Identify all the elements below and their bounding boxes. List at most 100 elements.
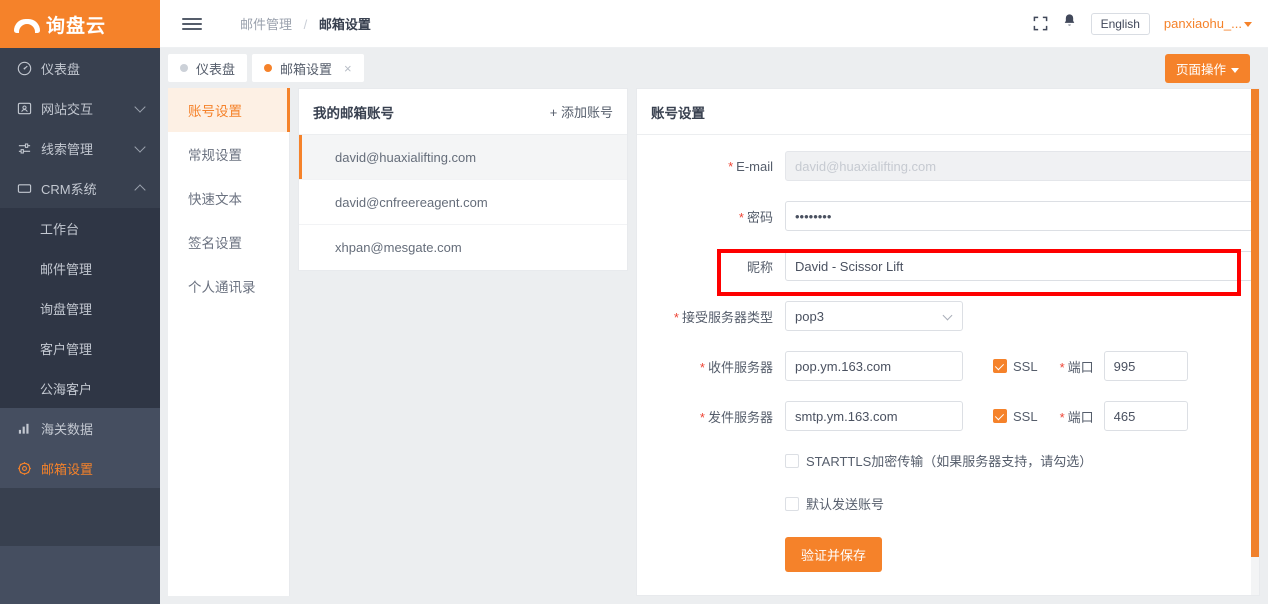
required-marker: * <box>673 309 679 325</box>
nickname-field[interactable] <box>785 251 1253 281</box>
page-action-button[interactable]: 页面操作 <box>1164 54 1250 83</box>
settings-item-label: 签名设置 <box>188 236 242 251</box>
required-marker: * <box>728 158 734 174</box>
incoming-ssl-checkbox[interactable]: SSL <box>987 359 1038 374</box>
sidebar-item-label: 仪表盘 <box>41 61 81 77</box>
monitor-person-icon <box>16 100 32 116</box>
sliders-icon <box>16 140 32 156</box>
sidebar-item-label: 询盘管理 <box>40 301 93 317</box>
tab-dashboard[interactable]: 仪表盘 <box>168 54 248 82</box>
sidebar-item-label: CRM系统 <box>41 181 97 197</box>
breadcrumb-separator: / <box>303 17 308 32</box>
sidebar-item-public-customers[interactable]: 公海客户 <box>0 368 160 408</box>
brand-logo[interactable]: 询盘云 <box>0 0 160 48</box>
default-send-row[interactable]: 默认发送账号 <box>637 494 1259 513</box>
chevron-down-icon <box>134 141 146 153</box>
form-scrollbar[interactable] <box>1251 89 1259 595</box>
required-marker: * <box>1059 359 1065 375</box>
sidebar-nav: 仪表盘 网站交互 线索管理 CRM系统 工作台 邮件管理 询盘管理 客户管理 公… <box>0 48 160 546</box>
starttls-row[interactable]: STARTTLS加密传输（如果服务器支持，请勾选） <box>637 451 1259 470</box>
sidebar-item-mailbox-settings[interactable]: 邮箱设置 <box>0 448 160 488</box>
user-menu[interactable]: panxiaohu_... <box>1164 16 1252 31</box>
gear-icon <box>16 460 32 476</box>
sidebar-item-customs-data[interactable]: 海关数据 <box>0 408 160 448</box>
settings-item-account[interactable]: 账号设置 <box>168 88 290 132</box>
incoming-port-field[interactable] <box>1103 351 1188 381</box>
crm-submenu: 工作台 邮件管理 询盘管理 客户管理 公海客户 <box>0 208 160 408</box>
password-field[interactable] <box>785 201 1253 231</box>
sidebar-item-website-interaction[interactable]: 网站交互 <box>0 88 160 128</box>
tab-mailbox-settings[interactable]: 邮箱设置 × <box>252 54 364 82</box>
account-settings-form: 账号设置 *E-mail *密码 <box>636 88 1260 596</box>
tab-bar: 仪表盘 邮箱设置 × 页面操作 <box>160 48 1268 88</box>
tab-label: 邮箱设置 <box>280 61 333 77</box>
sidebar-item-label: 邮件管理 <box>40 261 93 277</box>
form-panel-wrapper: 账号设置 *E-mail *密码 <box>628 88 1260 596</box>
sidebar-item-label: 客户管理 <box>40 341 93 357</box>
settings-item-quick-text[interactable]: 快速文本 <box>168 176 289 220</box>
cloud-logo-icon <box>14 14 40 34</box>
incoming-server-label: * 收件服务器 <box>699 359 773 375</box>
top-header: 邮件管理 / 邮箱设置 English panxiaohu_... <box>160 0 1268 48</box>
settings-item-general[interactable]: 常规设置 <box>168 132 289 176</box>
sidebar-item-label: 线索管理 <box>41 141 94 157</box>
close-icon[interactable]: × <box>344 61 352 76</box>
scrollbar-thumb[interactable] <box>1251 89 1259 557</box>
sidebar-item-customer-management[interactable]: 客户管理 <box>0 328 160 368</box>
left-sidebar: 询盘云 仪表盘 网站交互 线索管理 CRM系统 工作台 邮件管理 询盘管理 客户… <box>0 0 160 604</box>
default-send-label: 默认发送账号 <box>806 497 885 512</box>
brand-name: 询盘云 <box>46 15 107 37</box>
caret-down-icon <box>1244 22 1252 28</box>
chevron-down-icon <box>134 101 146 113</box>
outgoing-ssl-checkbox[interactable]: SSL <box>987 409 1038 424</box>
form-body: *E-mail *密码 昵称 <box>637 135 1259 572</box>
sidebar-item-label: 邮箱设置 <box>41 461 94 477</box>
breadcrumb-parent[interactable]: 邮件管理 <box>240 17 292 32</box>
server-type-row: * 接受服务器类型 pop3 <box>637 301 1259 331</box>
settings-item-label: 快速文本 <box>188 192 242 207</box>
starttls-label: STARTTLS加密传输（如果服务器支持，请勾选） <box>806 454 1093 469</box>
sidebar-item-inquiry-management[interactable]: 询盘管理 <box>0 288 160 328</box>
settings-item-signature[interactable]: 签名设置 <box>168 220 289 264</box>
required-marker: * <box>738 209 744 225</box>
tab-label: 仪表盘 <box>196 61 236 77</box>
sidebar-item-label: 海关数据 <box>41 421 94 437</box>
incoming-server-row: *收件服务器 SSL *端口 <box>637 351 1259 381</box>
email-label: * E-mail <box>728 158 773 174</box>
settings-item-contacts[interactable]: 个人通讯录 <box>168 264 289 308</box>
sidebar-item-label: 网站交互 <box>41 101 94 117</box>
password-field-row: * 密码 <box>637 201 1259 231</box>
required-marker: * <box>699 359 705 375</box>
account-list-item[interactable]: david@cnfreereagent.com <box>299 180 627 225</box>
sidebar-item-mail-management[interactable]: 邮件管理 <box>0 248 160 288</box>
checkbox-icon <box>785 496 799 511</box>
outgoing-ssl-label: SSL <box>1013 408 1038 424</box>
breadcrumb-current: 邮箱设置 <box>318 17 371 32</box>
form-title: 账号设置 <box>637 89 1259 135</box>
language-button[interactable]: English <box>1090 12 1150 35</box>
account-list-item[interactable]: xhpan@mesgate.com <box>299 225 627 270</box>
add-account-button[interactable]: + 添加账号 <box>550 102 613 121</box>
bell-icon[interactable] <box>1062 13 1077 34</box>
sidebar-item-lead-management[interactable]: 线索管理 <box>0 128 160 168</box>
sidebar-item-crm-system[interactable]: CRM系统 <box>0 168 160 208</box>
server-type-select[interactable]: pop3 <box>785 301 963 331</box>
accounts-panel: 我的邮箱账号 + 添加账号 david@huaxialifting.com da… <box>298 88 628 271</box>
expand-icon[interactable] <box>1033 16 1048 31</box>
sidebar-item-workbench[interactable]: 工作台 <box>0 208 160 248</box>
outgoing-port-field[interactable] <box>1103 401 1188 431</box>
account-list-item[interactable]: david@huaxialifting.com <box>299 135 627 180</box>
checkbox-icon <box>785 453 799 468</box>
incoming-ssl-label: SSL <box>1013 358 1038 374</box>
sidebar-item-dashboard[interactable]: 仪表盘 <box>0 48 160 88</box>
chevron-up-icon <box>134 184 146 196</box>
incoming-server-field[interactable] <box>785 351 963 381</box>
dashboard-icon <box>16 60 32 76</box>
checkbox-icon <box>993 359 1007 373</box>
outgoing-server-field[interactable] <box>785 401 963 431</box>
server-type-value: pop3 <box>795 308 824 324</box>
nickname-label: 昵称 <box>746 259 773 275</box>
caret-down-icon <box>1231 68 1239 74</box>
hamburger-icon[interactable] <box>182 15 202 33</box>
verify-and-save-button[interactable]: 验证并保存 <box>785 537 883 572</box>
